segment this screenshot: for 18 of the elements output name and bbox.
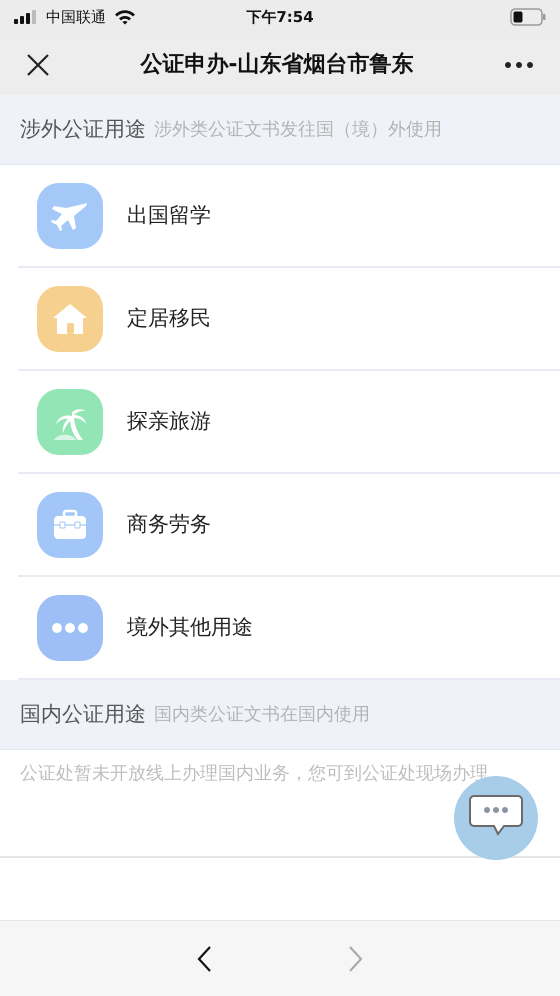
purpose-item[interactable]: 定居移民 xyxy=(18,268,560,371)
page-title: 公证申办-山东省烟台市鲁东 xyxy=(139,50,415,79)
section-subtitle: 国内类公证文书在国内使用 xyxy=(154,703,370,727)
battery-icon xyxy=(510,8,546,26)
wifi-icon xyxy=(114,9,136,25)
section-title: 国内公证用途 xyxy=(20,700,146,728)
purpose-item[interactable]: 探亲旅游 xyxy=(18,371,560,474)
carrier-name: 中国联通 xyxy=(46,6,106,28)
section-subtitle: 涉外类公证文书发往国（境）外使用 xyxy=(154,118,442,142)
more-icon xyxy=(504,61,534,70)
forward-icon xyxy=(348,944,364,972)
back-icon xyxy=(196,944,212,972)
section-title: 涉外公证用途 xyxy=(20,116,146,143)
purpose-item[interactable]: 出国留学 xyxy=(18,165,560,268)
status-time: 下午7:54 xyxy=(246,6,314,28)
close-icon xyxy=(26,52,50,77)
signal-icon xyxy=(14,10,38,24)
purpose-item[interactable]: 商务劳务 xyxy=(18,474,560,577)
